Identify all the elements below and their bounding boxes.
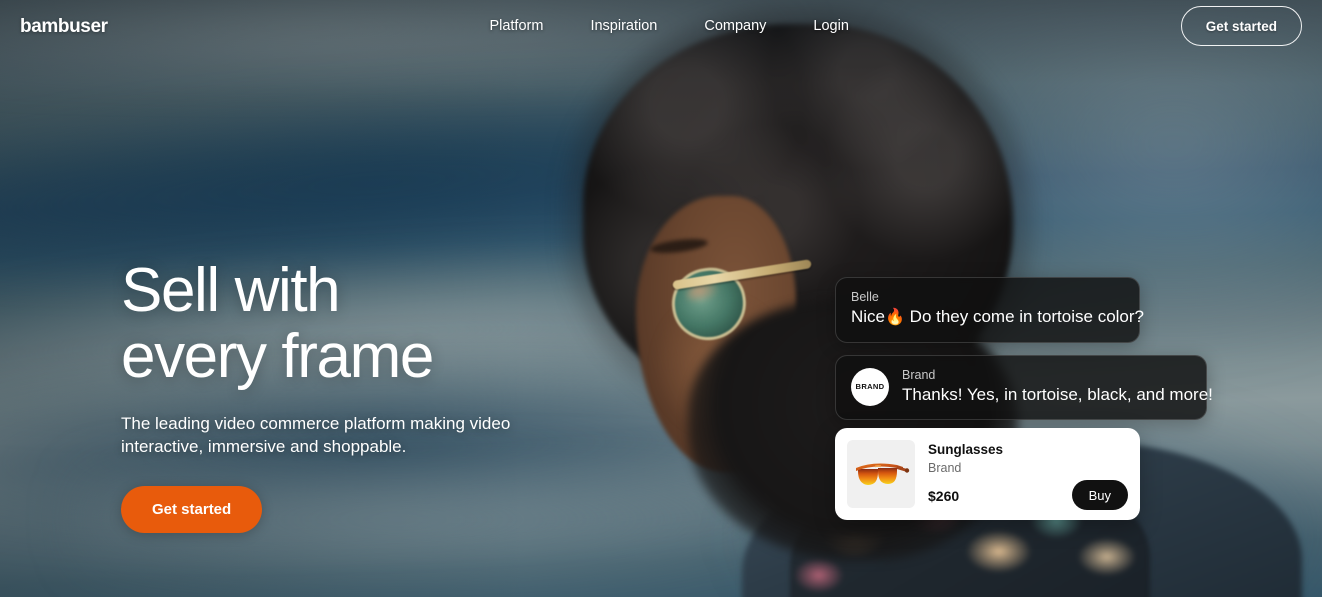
hero-title-line-1: Sell with bbox=[121, 256, 341, 325]
header-get-started-button[interactable]: Get started bbox=[1180, 6, 1302, 46]
hero-title-line-2: every frame bbox=[121, 322, 434, 391]
chat-message-belle: Belle Nice🔥 Do they come in tortoise col… bbox=[835, 277, 1144, 343]
product-thumbnail bbox=[847, 440, 915, 508]
nav-item-inspiration[interactable]: Inspiration bbox=[590, 18, 657, 34]
nav-item-company[interactable]: Company bbox=[704, 18, 766, 34]
fire-emoji-icon: 🔥 bbox=[885, 309, 905, 326]
product-card[interactable]: Sunglasses Brand $260 Buy bbox=[835, 428, 1140, 520]
chat-message-text-before: Nice bbox=[851, 307, 886, 326]
chat-message-brand-body: Brand Thanks! Yes, in tortoise, black, a… bbox=[902, 367, 1213, 406]
main-navigation: Platform Inspiration Company Login bbox=[439, 18, 848, 34]
chat-author-name: Belle bbox=[851, 290, 879, 304]
hero-get-started-button[interactable]: Get started bbox=[121, 486, 263, 533]
product-brand: Brand bbox=[928, 461, 962, 475]
brand-avatar: BRAND bbox=[851, 367, 889, 406]
buy-button[interactable]: Buy bbox=[1071, 480, 1128, 510]
chat-message-text-after: Do they come in tortoise color? bbox=[904, 307, 1144, 326]
product-title: Sunglasses bbox=[928, 442, 1004, 457]
site-header: bambuser Platform Inspiration Company Lo… bbox=[0, 0, 1322, 52]
bambuser-logo[interactable]: bambuser bbox=[20, 17, 108, 36]
hero-title: Sell with every frame bbox=[121, 258, 591, 390]
sunglasses-icon bbox=[856, 463, 910, 485]
product-details: Sunglasses Brand $260 Buy bbox=[928, 440, 1128, 510]
chat-message-brand: BRAND Brand Thanks! Yes, in tortoise, bl… bbox=[835, 355, 1213, 420]
nav-item-platform[interactable]: Platform bbox=[489, 18, 543, 34]
chat-message-text: Thanks! Yes, in tortoise, black, and mor… bbox=[902, 385, 1213, 404]
nav-item-login[interactable]: Login bbox=[813, 18, 848, 34]
chat-message-text: Nice🔥 Do they come in tortoise color? bbox=[851, 305, 1144, 329]
hero-content: Sell with every frame The leading video … bbox=[121, 258, 591, 533]
chat-author-name: Brand bbox=[902, 368, 936, 382]
hero-page: bambuser Platform Inspiration Company Lo… bbox=[0, 0, 1322, 597]
hero-subtitle: The leading video commerce platform maki… bbox=[121, 414, 511, 456]
